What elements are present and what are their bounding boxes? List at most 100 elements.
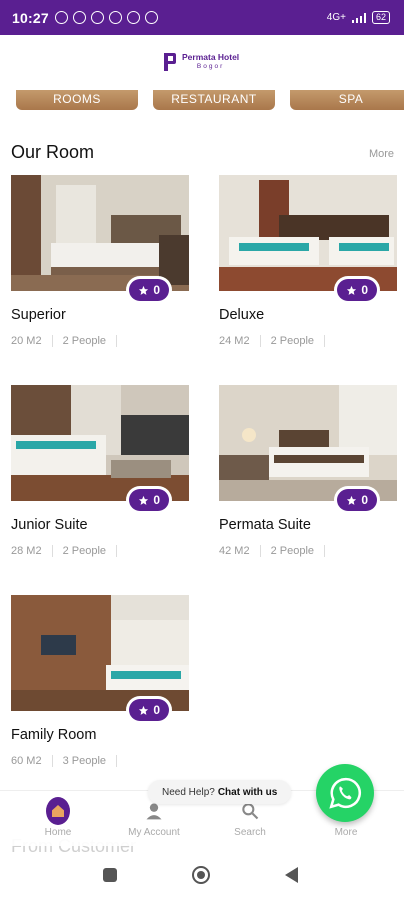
- star-icon: [139, 705, 149, 715]
- divider: [51, 545, 53, 557]
- divider: [259, 545, 261, 557]
- divider: [116, 755, 118, 767]
- category-restaurant[interactable]: RESTAURANT: [153, 90, 275, 110]
- room-image: [11, 175, 189, 291]
- room-name: Junior Suite: [11, 517, 88, 533]
- rating-badge: 0: [337, 279, 377, 301]
- status-bar: 10:27 4G+ 62: [0, 0, 404, 35]
- room-name: Family Room: [11, 727, 97, 743]
- room-photo[interactable]: 0: [219, 385, 397, 511]
- nav-my-account[interactable]: My Account: [114, 799, 194, 838]
- divider: [259, 335, 261, 347]
- recent-apps-icon[interactable]: [103, 868, 117, 882]
- app-icon: [126, 11, 140, 24]
- app-icon-2: [144, 11, 158, 24]
- room-photo[interactable]: 0: [11, 595, 189, 721]
- room-photo[interactable]: 0: [11, 175, 189, 301]
- room-capacity: 2 People: [270, 545, 315, 557]
- network-label: 4G+: [326, 12, 346, 23]
- rating-value: 0: [361, 493, 368, 507]
- room-image: [219, 175, 397, 291]
- logo-city: Bogor: [196, 63, 225, 70]
- room-meta: 24 M2 2 People: [219, 335, 335, 347]
- room-meta: 60 M2 3 People: [11, 755, 127, 767]
- status-right: 4G+ 62: [327, 11, 390, 24]
- nav-home[interactable]: Home: [18, 797, 98, 838]
- help-prefix: Need Help?: [162, 786, 215, 798]
- star-icon: [347, 285, 357, 295]
- room-image: [219, 385, 397, 501]
- section-title: Our Room: [11, 142, 95, 162]
- signal-icon: [351, 12, 366, 23]
- nav-more-label: More: [334, 827, 358, 838]
- divider: [51, 335, 53, 347]
- home-system-icon[interactable]: [192, 866, 210, 884]
- rating-badge: 0: [129, 489, 169, 511]
- more-link[interactable]: More: [369, 148, 394, 160]
- rating-value: 0: [153, 493, 160, 507]
- rating-value: 0: [153, 703, 160, 717]
- divider: [324, 335, 326, 347]
- room-card-permata-suite[interactable]: 0 Permata Suite 42 M2 2 People: [219, 385, 397, 557]
- star-icon: [139, 285, 149, 295]
- system-navigation-bar: [0, 855, 404, 900]
- divider: [116, 545, 118, 557]
- room-size: 42 M2: [219, 545, 250, 557]
- room-meta: 42 M2 2 People: [219, 545, 335, 557]
- rating-badge: 0: [337, 489, 377, 511]
- room-meta: 20 M2 2 People: [11, 335, 127, 347]
- divider: [116, 335, 118, 347]
- star-icon: [347, 495, 357, 505]
- app-header: Permata Hotel Bogor: [0, 35, 404, 90]
- room-name: Permata Suite: [219, 517, 311, 533]
- room-capacity: 3 People: [62, 755, 107, 767]
- notification-icon: [90, 11, 104, 24]
- room-capacity: 2 People: [270, 335, 315, 347]
- moon-icon: [54, 11, 68, 24]
- room-name: Superior: [11, 307, 66, 323]
- room-card-family-room[interactable]: 0 Family Room 60 M2 3 People: [11, 595, 189, 767]
- divider: [324, 545, 326, 557]
- divider: [51, 755, 53, 767]
- category-spa[interactable]: SPA: [290, 90, 404, 110]
- room-card-deluxe[interactable]: 0 Deluxe 24 M2 2 People: [219, 175, 397, 347]
- rating-value: 0: [153, 283, 160, 297]
- rating-value: 0: [361, 283, 368, 297]
- help-chat-pill[interactable]: Need Help? Chat with us: [148, 780, 292, 804]
- nav-search-label: Search: [234, 827, 266, 838]
- room-size: 28 M2: [11, 545, 42, 557]
- logo-mark-icon: [164, 53, 176, 71]
- room-size: 24 M2: [219, 335, 250, 347]
- battery-icon: 62: [371, 11, 390, 24]
- category-rooms[interactable]: ROOMS: [16, 90, 138, 110]
- room-capacity: 2 People: [62, 545, 107, 557]
- room-card-junior-suite[interactable]: 0 Junior Suite 28 M2 2 People: [11, 385, 189, 557]
- hotel-logo: Permata Hotel Bogor: [163, 52, 239, 72]
- room-photo[interactable]: 0: [219, 175, 397, 301]
- room-name: Deluxe: [219, 307, 265, 323]
- room-size: 60 M2: [11, 755, 42, 767]
- room-meta: 28 M2 2 People: [11, 545, 127, 557]
- home-icon: [46, 797, 70, 825]
- room-capacity: 2 People: [62, 335, 107, 347]
- star-icon: [139, 495, 149, 505]
- nav-home-label: Home: [44, 827, 72, 838]
- room-photo[interactable]: 0: [11, 385, 189, 511]
- whatsapp-icon: [329, 777, 361, 809]
- room-card-superior[interactable]: 0 Superior 20 M2 2 People: [11, 175, 189, 347]
- logo-name: Permata Hotel: [182, 52, 240, 62]
- back-icon[interactable]: [285, 867, 298, 883]
- rating-badge: 0: [129, 699, 169, 721]
- status-time: 10:27: [12, 9, 49, 26]
- room-image: [11, 385, 189, 501]
- alarm-icon: [72, 11, 86, 24]
- heart-icon: [108, 11, 122, 24]
- room-size: 20 M2: [11, 335, 42, 347]
- status-icons: [54, 11, 158, 24]
- whatsapp-chat-button[interactable]: [316, 764, 374, 822]
- room-image: [11, 595, 189, 711]
- nav-my-account-label: My Account: [128, 827, 180, 838]
- category-row: ROOMS RESTAURANT SPA: [0, 90, 404, 112]
- nav-search[interactable]: Search: [210, 799, 290, 838]
- help-link: Chat with us: [217, 786, 278, 798]
